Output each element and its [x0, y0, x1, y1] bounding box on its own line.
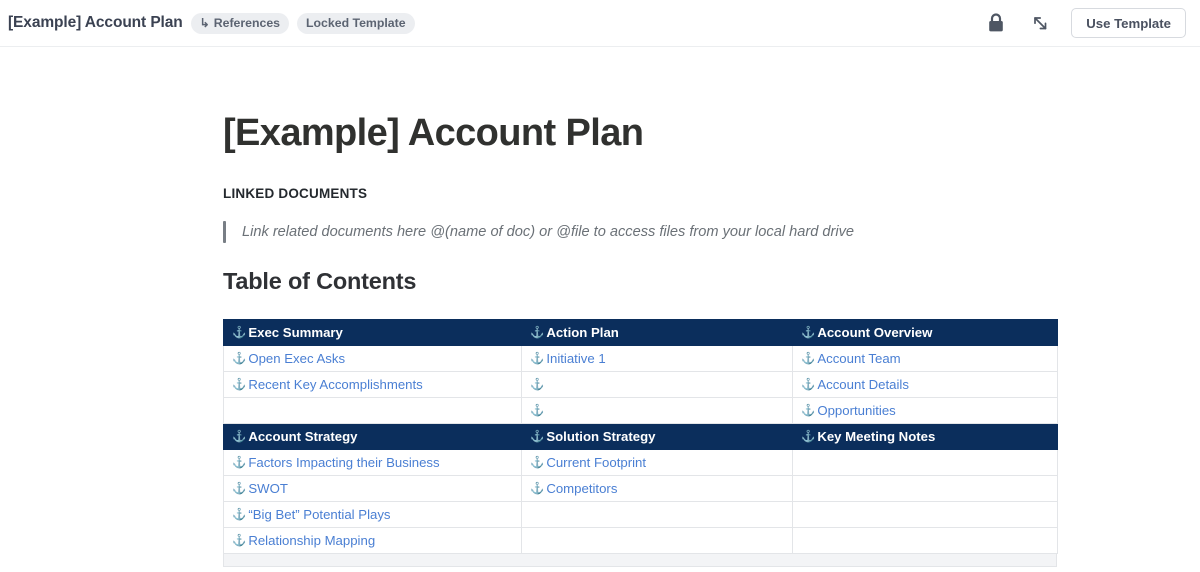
- anchor-icon: ⚓: [232, 431, 247, 444]
- table-of-contents-container: ⚓ Exec Summary ⚓ Action Plan ⚓ Account Overvi…: [223, 295, 1200, 567]
- toc-link-label: Opportunities: [817, 402, 896, 418]
- toc-link-cell[interactable]: ⚓ Recent Key Accomplishments: [223, 370, 522, 398]
- references-chip-label: References: [213, 16, 281, 30]
- toc-row: ⚓ “Big Bet” Potential Plays: [223, 500, 1058, 528]
- toc-link-cell[interactable]: ⚓ Open Exec Asks: [223, 344, 522, 372]
- toc-link-cell[interactable]: ⚓ SWOT: [223, 474, 522, 502]
- locked-template-chip-label: Locked Template: [306, 16, 406, 30]
- toc-link-cell[interactable]: ⚓ Account Team: [792, 344, 1058, 372]
- anchor-icon: ⚓: [232, 327, 247, 340]
- locked-template-chip: Locked Template: [297, 12, 415, 34]
- toc-column-header[interactable]: ⚓ Action Plan: [521, 318, 793, 346]
- toc-column-header[interactable]: ⚓ Account Strategy: [223, 422, 522, 450]
- toc-link-label: Relationship Mapping: [248, 532, 376, 548]
- toc-row: ⚓ Recent Key Accomplishments ⚓ ⚓ Account Det…: [223, 370, 1058, 398]
- anchor-icon: ⚓: [801, 327, 816, 340]
- anchor-icon: ⚓: [232, 353, 247, 366]
- toc-column-header-label: Account Strategy: [248, 428, 358, 444]
- toc-header-row: ⚓ Exec Summary ⚓ Action Plan ⚓ Account Overvi…: [223, 318, 1058, 346]
- anchor-icon: ⚓: [232, 379, 247, 392]
- toc-link-cell[interactable]: ⚓ Relationship Mapping: [223, 526, 522, 554]
- toc-link-label: Competitors: [546, 480, 618, 496]
- toc-link-cell[interactable]: ⚓ Competitors: [521, 474, 793, 502]
- toc-column-header-label: Account Overview: [817, 324, 933, 340]
- references-arrow-icon: ↳: [199, 16, 210, 30]
- anchor-icon: ⚓: [530, 483, 545, 496]
- toc-link-label: Factors Impacting their Business: [248, 454, 440, 470]
- toc-row: ⚓ Factors Impacting their Business ⚓ Curren…: [223, 448, 1058, 476]
- anchor-icon: ⚓: [801, 431, 816, 444]
- toc-link-cell[interactable]: ⚓ Initiative 1: [521, 344, 793, 372]
- toc-link-cell[interactable]: ⚓ Current Footprint: [521, 448, 793, 476]
- toc-link-label: SWOT: [248, 480, 288, 496]
- anchor-icon: ⚓: [801, 353, 816, 366]
- anchor-icon: ⚓: [530, 431, 545, 444]
- toc-column-header-label: Solution Strategy: [546, 428, 656, 444]
- use-template-button[interactable]: Use Template: [1071, 8, 1186, 38]
- top-bar-right-group: Use Template: [983, 8, 1186, 38]
- toc-link-label: “Big Bet” Potential Plays: [248, 506, 391, 522]
- anchor-icon: ⚓: [530, 457, 545, 470]
- anchor-icon: ⚓: [801, 379, 816, 392]
- toc-column-header-label: Exec Summary: [248, 324, 343, 340]
- toc-column-header[interactable]: ⚓ Solution Strategy: [521, 422, 793, 450]
- toc-column-header[interactable]: ⚓ Key Meeting Notes: [792, 422, 1058, 450]
- lock-icon[interactable]: [983, 10, 1009, 36]
- toc-link-label: Recent Key Accomplishments: [248, 376, 423, 392]
- top-bar: [Example] Account Plan ↳ References Lock…: [0, 0, 1200, 47]
- toc-link-label: Account Details: [817, 376, 909, 392]
- toc-link-cell[interactable]: ⚓ Factors Impacting their Business: [223, 448, 522, 476]
- blockquote-text: Link related documents here @(name of do…: [242, 223, 855, 240]
- anchor-icon: ⚓: [801, 405, 816, 418]
- page-title: [Example] Account Plan: [223, 112, 644, 154]
- toc-link-label: Current Footprint: [546, 454, 647, 470]
- table-footer-strip: [223, 553, 1057, 567]
- toc-empty-cell: [792, 474, 1058, 502]
- toc-link-label: Account Team: [817, 350, 901, 366]
- anchor-icon: ⚓: [232, 535, 247, 548]
- toc-empty-anchor-cell[interactable]: ⚓: [521, 396, 793, 424]
- toc-link-cell[interactable]: ⚓ “Big Bet” Potential Plays: [223, 500, 522, 528]
- toc-link-cell[interactable]: ⚓ Opportunities: [792, 396, 1058, 424]
- toc-column-header-label: Action Plan: [546, 324, 619, 340]
- toc-empty-cell: [223, 396, 522, 424]
- toc-link-label: Initiative 1: [546, 350, 606, 366]
- anchor-icon: ⚓: [530, 379, 545, 392]
- toc-empty-anchor-cell[interactable]: ⚓: [521, 370, 793, 398]
- anchor-icon: ⚓: [232, 457, 247, 470]
- toc-row: ⚓ SWOT ⚓ Competitors: [223, 474, 1058, 502]
- toc-empty-cell: [792, 448, 1058, 476]
- toc-link-label: Open Exec Asks: [248, 350, 346, 366]
- toc-row: ⚓ Open Exec Asks ⚓ Initiative 1 ⚓ Account Tea…: [223, 344, 1058, 372]
- toc-column-header[interactable]: ⚓ Account Overview: [792, 318, 1058, 346]
- anchor-icon: ⚓: [232, 483, 247, 496]
- blockquote-bar: [223, 220, 226, 243]
- diagonal-arrow-icon[interactable]: [1027, 10, 1053, 36]
- references-chip[interactable]: ↳ References: [190, 12, 290, 34]
- toc-link-cell[interactable]: ⚓ Account Details: [792, 370, 1058, 398]
- toc-empty-cell: [521, 526, 793, 554]
- linked-documents-blockquote: Link related documents here @(name of do…: [223, 201, 1200, 243]
- document-body: [Example] Account Plan LINKED DOCUMENTS …: [0, 47, 1200, 567]
- anchor-icon: ⚓: [530, 405, 545, 418]
- table-of-contents: ⚓ Exec Summary ⚓ Action Plan ⚓ Account Overvi…: [223, 318, 1058, 554]
- toc-column-header[interactable]: ⚓ Exec Summary: [223, 318, 522, 346]
- top-bar-left-group: [Example] Account Plan ↳ References Lock…: [8, 12, 415, 34]
- table-of-contents-heading: Table of Contents: [223, 267, 417, 294]
- toc-empty-cell: [521, 500, 793, 528]
- document-title-breadcrumb: [Example] Account Plan: [8, 14, 183, 31]
- toc-row: ⚓ Relationship Mapping: [223, 526, 1058, 554]
- toc-empty-cell: [792, 500, 1058, 528]
- toc-empty-cell: [792, 526, 1058, 554]
- toc-header-row: ⚓ Account Strategy ⚓ Solution Strategy ⚓ Key …: [223, 422, 1058, 450]
- anchor-icon: ⚓: [530, 327, 545, 340]
- linked-documents-heading: LINKED DOCUMENTS: [223, 185, 368, 201]
- toc-column-header-label: Key Meeting Notes: [817, 428, 936, 444]
- toc-row: ⚓ ⚓ Opportunities: [223, 396, 1058, 424]
- anchor-icon: ⚓: [232, 509, 247, 522]
- anchor-icon: ⚓: [530, 353, 545, 366]
